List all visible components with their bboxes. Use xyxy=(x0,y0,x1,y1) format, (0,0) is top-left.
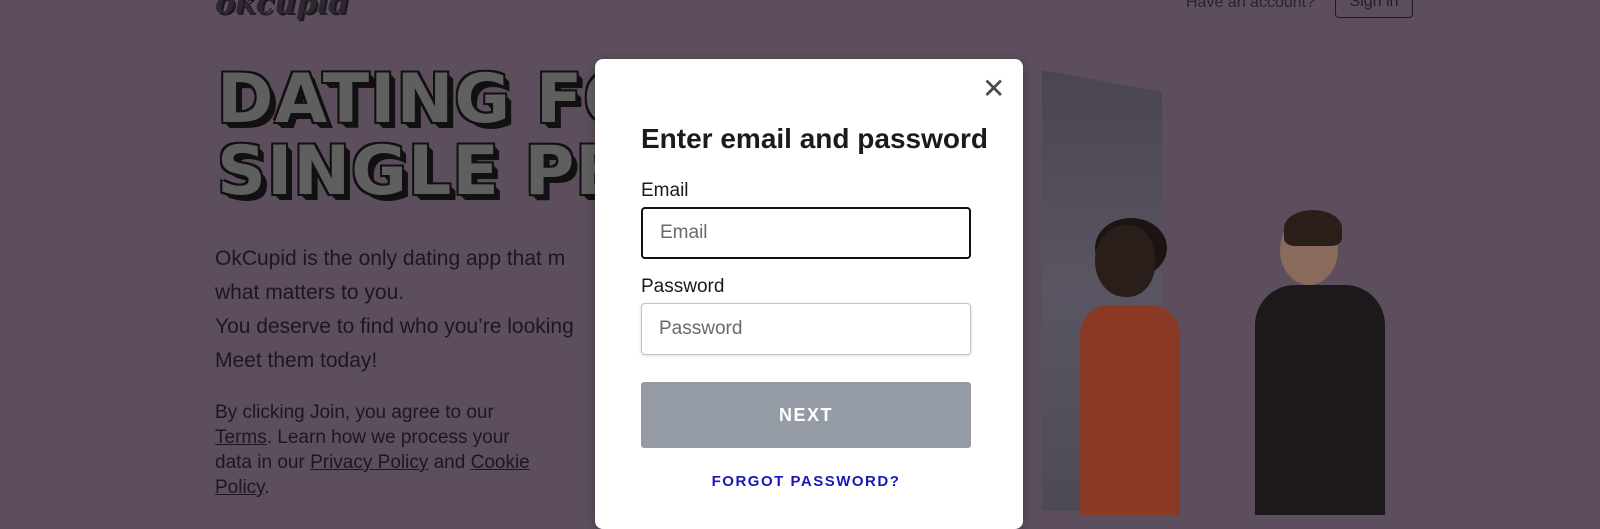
email-label: Email xyxy=(641,180,689,201)
forgot-password-link[interactable]: FORGOT PASSWORD? xyxy=(641,473,971,490)
legal-and: and xyxy=(428,452,471,473)
hero-body-line-2: what matters to you. xyxy=(215,281,405,304)
couple-photo xyxy=(1040,70,1385,515)
headline-line-2: SINGLE PE xyxy=(217,132,623,211)
hero-headline: DATING FO SINGLE PE xyxy=(217,64,642,208)
man-figure xyxy=(1255,285,1385,515)
close-icon[interactable]: ✕ xyxy=(976,71,1010,105)
hero-body-line-4: Meet them today! xyxy=(215,349,378,372)
terms-link[interactable]: Terms xyxy=(215,427,267,448)
next-button[interactable]: NEXT xyxy=(641,382,971,448)
password-field[interactable] xyxy=(641,303,971,355)
have-account-text: Have an account? xyxy=(1186,0,1315,11)
okcupid-logo[interactable]: okcupid xyxy=(215,0,349,21)
hero-body-line-1: OkCupid is the only dating app that m xyxy=(215,247,566,270)
legal-text: By clicking Join, you agree to our Terms… xyxy=(215,400,545,500)
hero-body: OkCupid is the only dating app that m wh… xyxy=(215,242,574,378)
headline-line-1: DATING FO xyxy=(217,60,643,139)
modal-title: Enter email and password xyxy=(641,123,988,154)
sign-in-button[interactable]: Sign in xyxy=(1335,0,1413,18)
legal-prefix: By clicking Join, you agree to our xyxy=(215,402,494,423)
woman-head xyxy=(1095,225,1155,297)
privacy-policy-link[interactable]: Privacy Policy xyxy=(310,452,428,473)
password-label: Password xyxy=(641,276,725,297)
hero-body-line-3: You deserve to find who you’re looking xyxy=(215,315,574,338)
woman-figure xyxy=(1080,305,1180,515)
legal-suffix: . xyxy=(264,477,270,498)
email-field[interactable] xyxy=(641,207,971,259)
login-modal: ✕ Enter email and password Email Passwor… xyxy=(595,59,1023,529)
man-hair xyxy=(1284,210,1342,246)
